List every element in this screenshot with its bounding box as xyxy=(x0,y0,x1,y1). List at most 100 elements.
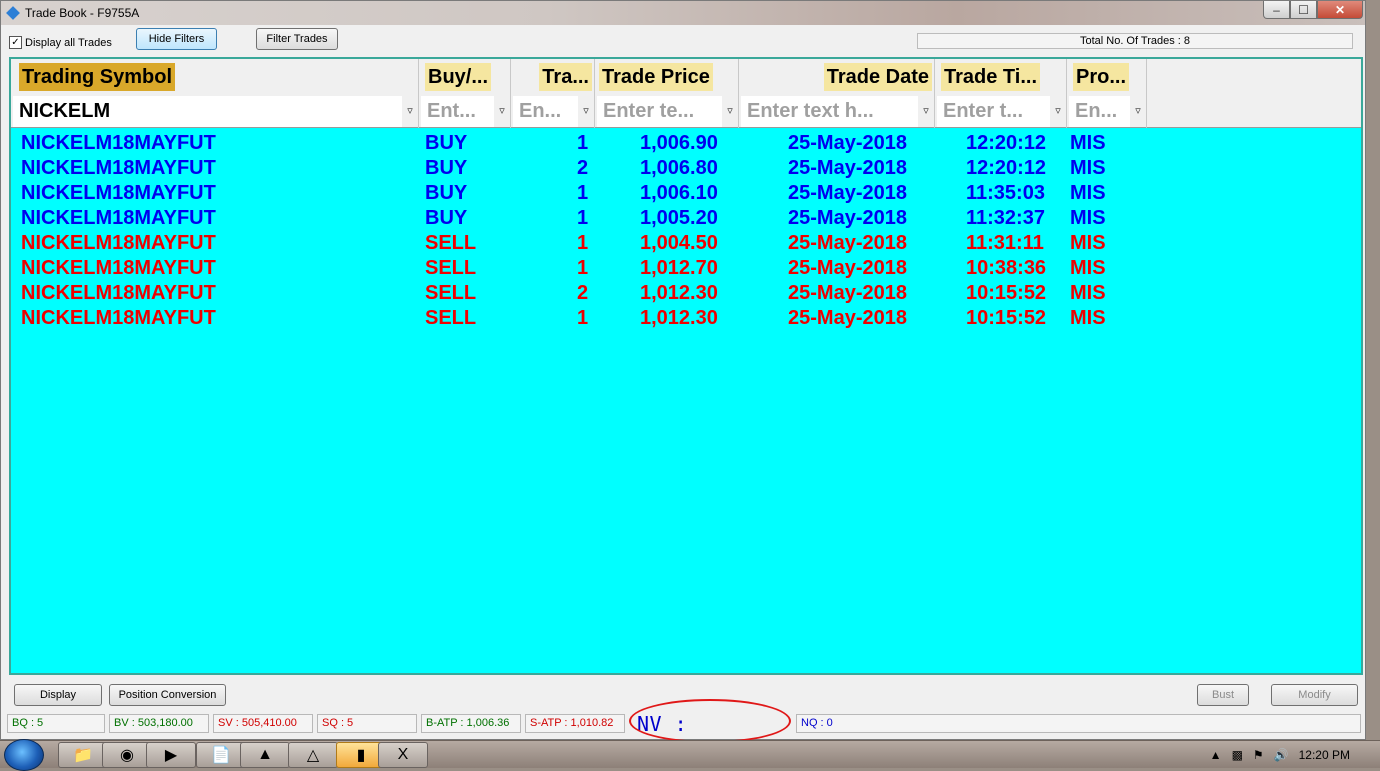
clock[interactable]: 12:20 PM xyxy=(1299,748,1350,762)
filter-input[interactable]: En... xyxy=(1069,96,1130,127)
filter-input[interactable]: Ent... xyxy=(421,96,494,127)
cell-product: MIS xyxy=(1070,182,1106,204)
cell-qty: 2 xyxy=(577,157,589,179)
table-row[interactable]: NICKELM18MAYFUT SELL 1 1,012.30 25-May-2… xyxy=(11,306,1361,331)
tray-expand-icon[interactable]: ▲ xyxy=(1210,748,1222,762)
cell-symbol: NICKELM18MAYFUT xyxy=(21,157,216,179)
cell-date: 25-May-2018 xyxy=(788,157,907,179)
title-bar[interactable]: Trade Book - F9755A – ☐ ✕ xyxy=(1,1,1365,25)
chrome-icon[interactable]: ◉ xyxy=(102,742,152,768)
trade-book-window: Trade Book - F9755A – ☐ ✕ ✓ Display all … xyxy=(0,0,1366,762)
cell-product: MIS xyxy=(1070,207,1106,229)
status-sq: SQ : 5 xyxy=(317,714,417,733)
col-header-trade-price[interactable]: Trade Price xyxy=(595,59,739,95)
filter-input[interactable]: Enter text h... xyxy=(741,96,918,127)
cell-date: 25-May-2018 xyxy=(788,257,907,279)
filter-icon[interactable]: ▿ xyxy=(1051,104,1065,118)
table-row[interactable]: NICKELM18MAYFUT BUY 1 1,006.90 25-May-20… xyxy=(11,131,1361,156)
display-all-trades-label: Display all Trades xyxy=(25,36,112,49)
cell-qty: 1 xyxy=(577,132,589,154)
cell-product: MIS xyxy=(1070,307,1106,329)
app-triangle-icon[interactable]: △ xyxy=(288,742,338,768)
cell-qty: 1 xyxy=(577,257,589,279)
cell-product: MIS xyxy=(1070,282,1106,304)
table-row[interactable]: NICKELM18MAYFUT SELL 1 1,012.70 25-May-2… xyxy=(11,256,1361,281)
filter-trades-button[interactable]: Filter Trades xyxy=(256,28,338,50)
start-button[interactable] xyxy=(4,739,44,771)
filter-icon[interactable]: ▿ xyxy=(579,104,593,118)
volume-icon[interactable]: 🔊 xyxy=(1274,748,1289,762)
bust-button[interactable]: Bust xyxy=(1197,684,1249,706)
cell-price: 1,006.10 xyxy=(640,182,718,204)
table-row[interactable]: NICKELM18MAYFUT SELL 1 1,004.50 25-May-2… xyxy=(11,231,1361,256)
filter-icon[interactable]: ▿ xyxy=(723,104,737,118)
explorer-icon[interactable]: 📁 xyxy=(58,742,108,768)
filter-icon[interactable]: ▿ xyxy=(919,104,933,118)
window-title: Trade Book - F9755A xyxy=(25,6,140,20)
cell-qty: 1 xyxy=(577,182,589,204)
chart-app-icon[interactable]: ▲ xyxy=(240,742,290,768)
cell-price: 1,012.70 xyxy=(640,257,718,279)
close-button[interactable]: ✕ xyxy=(1317,1,1363,19)
media-player-icon[interactable]: ▶ xyxy=(146,742,196,768)
filter-input[interactable]: En... xyxy=(513,96,578,127)
position-conversion-button[interactable]: Position Conversion xyxy=(109,684,226,706)
hide-filters-button[interactable]: Hide Filters xyxy=(136,28,217,50)
table-row[interactable]: NICKELM18MAYFUT BUY 1 1,005.20 25-May-20… xyxy=(11,206,1361,231)
filter-input[interactable]: NICKELM xyxy=(13,96,402,127)
filter-row: NICKELM ▿ Ent... ▿ En... ▿ Enter te... ▿… xyxy=(11,95,1361,128)
col-header-label: Trade Date xyxy=(823,63,932,91)
filter-buy-sell: Ent... ▿ xyxy=(419,95,511,128)
col-header-trading-symbol[interactable]: Trading Symbol xyxy=(11,59,419,95)
table-row[interactable]: NICKELM18MAYFUT SELL 2 1,012.30 25-May-2… xyxy=(11,281,1361,306)
minimize-button[interactable]: – xyxy=(1263,1,1290,19)
cell-time: 11:32:37 xyxy=(966,207,1045,229)
taskbar: 📁 ◉ ▶ 📄 ▲ △ ▮ X ▲ ▩ ⚑ 🔊 12:20 PM xyxy=(0,739,1380,771)
col-header-product[interactable]: Pro... xyxy=(1067,59,1147,95)
filter-input[interactable]: Enter t... xyxy=(937,96,1050,127)
col-header-trade-time[interactable]: Trade Ti... xyxy=(935,59,1067,95)
cell-side: SELL xyxy=(425,257,477,279)
checkmark-icon: ✓ xyxy=(9,36,22,49)
filter-trade-price: Enter te... ▿ xyxy=(595,95,739,128)
cell-time: 12:20:12 xyxy=(966,132,1047,154)
cell-time: 11:35:03 xyxy=(966,182,1045,204)
cell-qty: 1 xyxy=(577,307,589,329)
col-header-label: Pro... xyxy=(1073,63,1130,91)
grid-header: Trading Symbol Buy/... Tra... Trade Pric… xyxy=(11,59,1361,95)
cell-time: 10:15:52 xyxy=(966,282,1047,304)
trade-grid: Trading Symbol Buy/... Tra... Trade Pric… xyxy=(9,57,1363,675)
cell-date: 25-May-2018 xyxy=(788,132,907,154)
col-header-buy-sell[interactable]: Buy/... xyxy=(419,59,511,95)
filter-icon[interactable]: ▿ xyxy=(495,104,509,118)
filter-trade-qty: En... ▿ xyxy=(511,95,595,128)
cell-product: MIS xyxy=(1070,257,1106,279)
col-header-trade-date[interactable]: Trade Date xyxy=(739,59,935,95)
col-header-label: Trade Ti... xyxy=(941,63,1040,91)
filter-icon[interactable]: ▿ xyxy=(403,104,417,118)
notepad-icon[interactable]: 📄 xyxy=(196,742,246,768)
cell-qty: 1 xyxy=(577,207,589,229)
cell-symbol: NICKELM18MAYFUT xyxy=(21,307,216,329)
cell-date: 25-May-2018 xyxy=(788,232,907,254)
cell-time: 10:38:36 xyxy=(966,257,1047,279)
status-bar: BQ : 5 BV : 503,180.00 SV : 505,410.00 S… xyxy=(1,699,1365,762)
status-bq: BQ : 5 xyxy=(7,714,105,733)
filter-input[interactable]: Enter te... xyxy=(597,96,722,127)
cell-date: 25-May-2018 xyxy=(788,307,907,329)
display-all-trades-checkbox[interactable]: ✓ Display all Trades xyxy=(9,36,112,49)
maximize-button[interactable]: ☐ xyxy=(1290,1,1317,19)
display-button[interactable]: Display xyxy=(14,684,102,706)
modify-button[interactable]: Modify xyxy=(1271,684,1358,706)
status-batp: B-ATP : 1,006.36 xyxy=(421,714,521,733)
col-header-trade-qty[interactable]: Tra... xyxy=(511,59,595,95)
table-row[interactable]: NICKELM18MAYFUT BUY 2 1,006.80 25-May-20… xyxy=(11,156,1361,181)
col-header-label: Trade Price xyxy=(599,63,713,91)
table-row[interactable]: NICKELM18MAYFUT BUY 1 1,006.10 25-May-20… xyxy=(11,181,1361,206)
excel-icon[interactable]: X xyxy=(378,742,428,768)
filter-icon[interactable]: ▿ xyxy=(1131,104,1145,118)
action-center-icon[interactable]: ⚑ xyxy=(1253,748,1264,762)
network-icon[interactable]: ▩ xyxy=(1232,748,1243,762)
cell-symbol: NICKELM18MAYFUT xyxy=(21,207,216,229)
trade-rows: NICKELM18MAYFUT BUY 1 1,006.90 25-May-20… xyxy=(11,131,1361,331)
